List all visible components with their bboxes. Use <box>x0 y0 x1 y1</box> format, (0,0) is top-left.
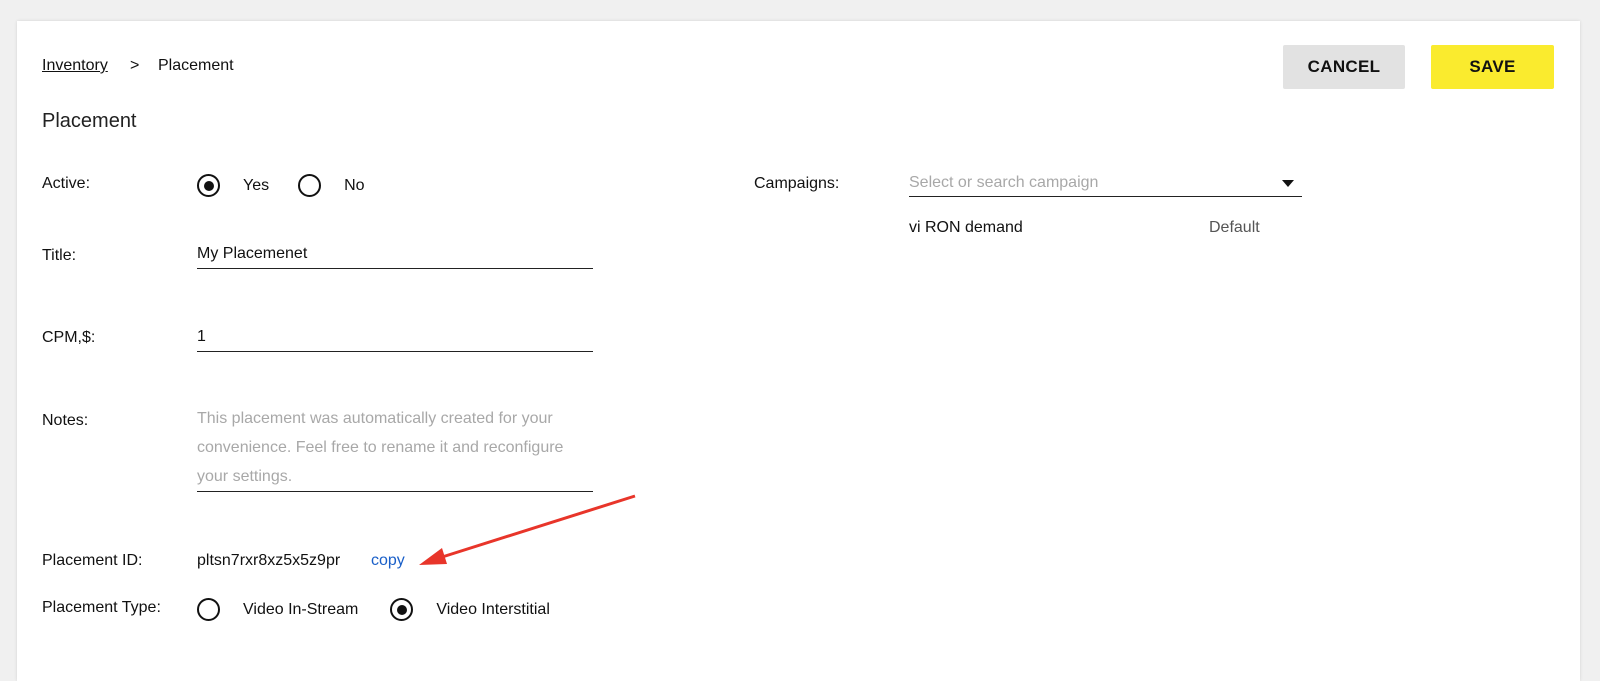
breadcrumb-separator: > <box>130 57 140 74</box>
cpm-label: CPM,$: <box>42 329 96 346</box>
campaign-select-placeholder: Select or search campaign <box>909 174 1099 191</box>
chevron-down-icon[interactable] <box>1282 179 1294 187</box>
title-label: Title: <box>42 247 77 264</box>
active-no-radio[interactable] <box>298 174 322 197</box>
placement-type-instream-radio[interactable] <box>197 598 220 621</box>
save-button[interactable]: SAVE <box>1431 45 1554 89</box>
campaign-select[interactable]: Select or search campaign <box>909 170 1302 197</box>
title-input[interactable]: My Placemenet <box>197 245 593 269</box>
notes-textarea[interactable]: This placement was automatically created… <box>197 404 593 492</box>
active-yes-label[interactable]: Yes <box>243 177 269 195</box>
placement-type-label: Placement Type: <box>42 599 161 616</box>
campaign-item-tag: Default <box>1209 219 1260 236</box>
cancel-button[interactable]: CANCEL <box>1283 45 1405 89</box>
campaigns-label: Campaigns: <box>754 175 840 192</box>
annotation-arrow-icon <box>419 494 636 565</box>
active-label: Active: <box>42 175 91 192</box>
placement-type-instream-label[interactable]: Video In-Stream <box>243 601 358 619</box>
active-no-label[interactable]: No <box>344 177 364 195</box>
notes-label: Notes: <box>42 412 89 429</box>
breadcrumb-inventory-link[interactable]: Inventory <box>42 57 108 75</box>
placement-id-label: Placement ID: <box>42 552 143 569</box>
campaign-item-name: vi RON demand <box>909 219 1023 236</box>
placement-id-value: pltsn7rxr8xz5x5z9pr <box>197 552 341 569</box>
placement-type-radio-group: Video In-Stream Video Interstitial <box>197 598 550 621</box>
page-title: Placement <box>42 110 137 132</box>
breadcrumb-current: Placement <box>158 57 234 74</box>
active-yes-radio[interactable] <box>197 174 220 197</box>
active-radio-group: Yes No <box>197 174 365 197</box>
placement-type-interstitial-radio[interactable] <box>390 598 414 621</box>
placement-type-interstitial-label[interactable]: Video Interstitial <box>436 601 550 619</box>
cpm-input[interactable]: 1 <box>197 328 593 352</box>
placement-form-card: Inventory > Placement CANCEL SAVE Placem… <box>17 21 1580 681</box>
